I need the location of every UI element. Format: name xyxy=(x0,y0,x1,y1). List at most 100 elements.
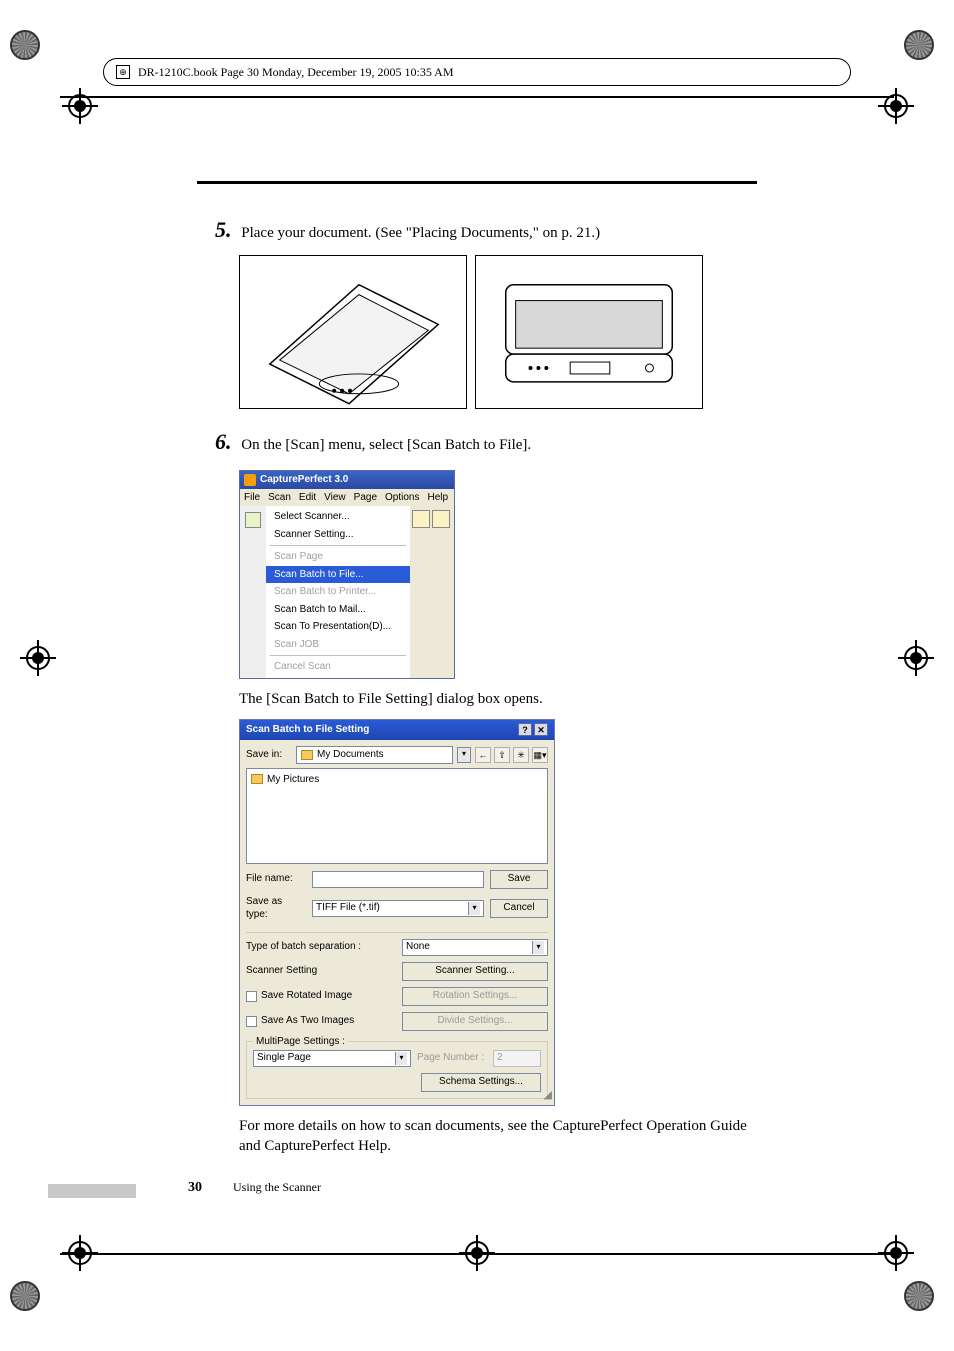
menu-options[interactable]: Options xyxy=(385,491,419,505)
scanner-setting-label: Scanner Setting xyxy=(246,962,392,981)
scanner-setting-button[interactable]: Scanner Setting... xyxy=(402,962,548,981)
section-title: Using the Scanner xyxy=(233,1180,321,1194)
registration-mark-icon xyxy=(62,1235,98,1271)
batch-sep-label: Type of batch separation : xyxy=(246,939,392,956)
captureperfect-menu-screenshot: CapturePerfect 3.0 File Scan Edit View P… xyxy=(239,470,455,679)
new-folder-icon[interactable]: ✳ xyxy=(513,747,529,763)
rotation-settings-button: Rotation Settings... xyxy=(402,987,548,1006)
menu-item-scan-page: Scan Page xyxy=(266,548,410,566)
save-rotated-checkbox[interactable] xyxy=(246,991,257,1002)
crop-mark-corner xyxy=(904,1281,944,1321)
save-button[interactable]: Save xyxy=(490,870,548,889)
dialog-title: Scan Batch to File Setting xyxy=(246,723,369,737)
registration-mark-icon xyxy=(62,88,98,124)
step-6: 6. On the [Scan] menu, select [Scan Batc… xyxy=(215,427,760,457)
scanner-illustration-closed xyxy=(239,255,467,409)
registration-mark-icon xyxy=(898,640,934,676)
save-rotated-label: Save Rotated Image xyxy=(261,989,352,1003)
menu-item-scan-batch-to-printer: Scan Batch to Printer... xyxy=(266,583,410,601)
menu-view[interactable]: View xyxy=(324,491,346,505)
menu-item-scan-batch-to-file[interactable]: Scan Batch to File... xyxy=(266,566,410,584)
savein-combo[interactable]: My Documents xyxy=(296,746,453,764)
registration-mark-icon xyxy=(878,1235,914,1271)
folder-icon xyxy=(251,774,263,784)
view-menu-icon[interactable]: ▦▾ xyxy=(532,747,548,763)
trailing-paragraph: For more details on how to scan document… xyxy=(239,1116,760,1157)
file-list[interactable]: My Pictures xyxy=(246,768,548,864)
thumb-tab xyxy=(48,1184,136,1198)
step-text: On the [Scan] menu, select [Scan Batch t… xyxy=(241,437,531,453)
help-button-icon[interactable]: ? xyxy=(518,723,532,736)
list-item-label: My Pictures xyxy=(267,773,319,787)
folder-icon xyxy=(301,750,313,760)
batch-sep-value: None xyxy=(406,940,430,954)
scan-menu-dropdown: Select Scanner... Scanner Setting... Sca… xyxy=(266,506,410,678)
crop-mark-corner xyxy=(10,30,50,70)
dialog-titlebar: Scan Batch to File Setting ? ✕ xyxy=(240,720,554,740)
step-text: Place your document. (See "Placing Docum… xyxy=(241,225,600,241)
batch-sep-combo[interactable]: None ▾ xyxy=(402,939,548,956)
multipage-legend: MultiPage Settings : xyxy=(253,1035,348,1049)
page-header: ⊕ DR-1210C.book Page 30 Monday, December… xyxy=(103,58,851,86)
savetype-label: Save as type: xyxy=(246,895,306,922)
multipage-fieldset: MultiPage Settings : Single Page ▾ Page … xyxy=(246,1041,548,1099)
figure-row xyxy=(239,255,760,409)
crop-rule xyxy=(60,96,894,98)
resize-grip-icon[interactable]: ◢ xyxy=(544,1088,552,1103)
menu-edit[interactable]: Edit xyxy=(299,491,316,505)
cancel-button[interactable]: Cancel xyxy=(490,899,548,918)
savein-label: Save in: xyxy=(246,748,292,762)
schema-settings-button[interactable]: Schema Settings... xyxy=(421,1073,541,1092)
dropdown-icon[interactable]: ▾ xyxy=(395,1052,407,1065)
toolbar-icon[interactable] xyxy=(432,510,450,528)
page-content: 5. Place your document. (See "Placing Do… xyxy=(215,215,760,1156)
multipage-combo[interactable]: Single Page ▾ xyxy=(253,1050,411,1067)
crop-mark-corner xyxy=(904,30,944,70)
menu-item-scan-to-presentation[interactable]: Scan To Presentation(D)... xyxy=(266,618,410,636)
registration-mark-icon xyxy=(878,88,914,124)
page-footer: 30 Using the Scanner xyxy=(188,1180,321,1196)
menu-file[interactable]: File xyxy=(244,491,260,505)
app-titlebar: CapturePerfect 3.0 xyxy=(240,471,454,489)
savetype-value: TIFF File (*.tif) xyxy=(316,901,380,915)
page-number: 30 xyxy=(188,1180,202,1195)
dropdown-icon[interactable]: ▾ xyxy=(532,941,544,954)
divide-settings-button: Divide Settings... xyxy=(402,1012,548,1031)
dropdown-icon[interactable]: ▾ xyxy=(468,902,480,915)
menu-item-scan-job: Scan JOB xyxy=(266,636,410,654)
list-item[interactable]: My Pictures xyxy=(251,773,543,787)
toolbar xyxy=(240,506,266,678)
toolbar-icon[interactable] xyxy=(412,510,430,528)
scanner-illustration-open xyxy=(475,255,703,409)
app-logo-icon xyxy=(244,474,256,486)
save-two-checkbox[interactable] xyxy=(246,1016,257,1027)
menu-item-scanner-setting[interactable]: Scanner Setting... xyxy=(266,526,410,544)
registration-mark-icon xyxy=(20,640,56,676)
savetype-combo[interactable]: TIFF File (*.tif) ▾ xyxy=(312,900,484,917)
registration-mark-icon xyxy=(459,1235,495,1271)
section-rule xyxy=(197,181,757,184)
filename-label: File name: xyxy=(246,872,306,886)
page-number-field: 2 xyxy=(493,1050,541,1067)
menu-scan[interactable]: Scan xyxy=(268,491,291,505)
step-number: 6. xyxy=(215,429,232,454)
filename-input[interactable] xyxy=(312,871,484,888)
savein-value: My Documents xyxy=(317,748,384,762)
up-folder-icon[interactable]: ⇧ xyxy=(494,747,510,763)
crop-mark-corner xyxy=(10,1281,50,1321)
menu-item-cancel-scan: Cancel Scan xyxy=(266,658,410,676)
caption-text: The [Scan Batch to File Setting] dialog … xyxy=(239,689,760,709)
toolbar-icon[interactable] xyxy=(245,512,261,528)
step-number: 5. xyxy=(215,217,232,242)
menu-page[interactable]: Page xyxy=(354,491,377,505)
multipage-value: Single Page xyxy=(257,1051,311,1065)
toolbar-right xyxy=(410,506,454,678)
back-icon[interactable]: ← xyxy=(475,747,491,763)
menu-item-select-scanner[interactable]: Select Scanner... xyxy=(266,508,410,526)
menu-item-scan-batch-to-mail[interactable]: Scan Batch to Mail... xyxy=(266,601,410,619)
save-two-label: Save As Two Images xyxy=(261,1014,354,1028)
header-text: DR-1210C.book Page 30 Monday, December 1… xyxy=(138,65,454,80)
dropdown-icon[interactable]: ▾ xyxy=(457,747,471,763)
close-button-icon[interactable]: ✕ xyxy=(534,723,548,736)
menu-help[interactable]: Help xyxy=(427,491,448,505)
